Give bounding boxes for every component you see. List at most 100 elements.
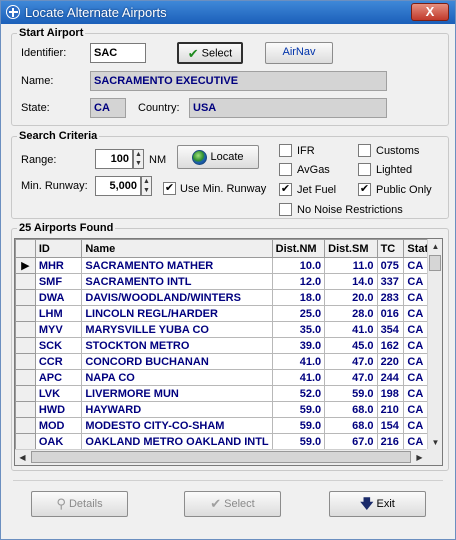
column-header-dist-sm[interactable]: Dist.SM	[324, 239, 378, 258]
public-only-checkbox[interactable]	[358, 183, 371, 196]
cell-dist-sm[interactable]: 59.0	[324, 385, 378, 402]
cell-dist-sm[interactable]: 20.0	[324, 289, 378, 306]
row-header[interactable]	[15, 385, 36, 402]
cell-id[interactable]: SCK	[34, 337, 83, 354]
min-runway-stepper[interactable]: ▲ ▼	[141, 176, 152, 196]
cell-name[interactable]: LINCOLN REGL/HARDER	[81, 305, 273, 322]
scroll-down-icon[interactable]: ▼	[428, 435, 442, 450]
avgas-checkbox[interactable]	[279, 163, 292, 176]
cell-dist-nm[interactable]: 35.0	[271, 321, 326, 338]
column-header-tc[interactable]: TC	[376, 239, 405, 258]
cell-id[interactable]: MHR	[34, 257, 83, 274]
column-header-dist-nm[interactable]: Dist.NM	[271, 239, 326, 258]
range-input[interactable]: 100	[95, 149, 133, 169]
details-button[interactable]: ⚲ Details	[31, 491, 128, 517]
lighted-checkbox[interactable]	[358, 163, 371, 176]
select-airport-button[interactable]: ✔ Select	[177, 42, 243, 64]
table-row[interactable]: SMF SACRAMENTO INTL 12.0 14.0 337 CA	[15, 273, 442, 290]
row-header[interactable]	[15, 273, 36, 290]
cell-dist-nm[interactable]: 59.0	[271, 401, 326, 418]
cell-dist-sm[interactable]: 67.0	[324, 433, 378, 450]
table-row[interactable]: MYV MARYSVILLE YUBA CO 35.0 41.0 354 CA	[15, 321, 442, 338]
exit-button[interactable]: 🡇 Exit	[329, 491, 426, 517]
cell-id[interactable]: LHM	[34, 305, 83, 322]
cell-name[interactable]: MARYSVILLE YUBA CO	[81, 321, 273, 338]
cell-dist-sm[interactable]: 68.0	[324, 401, 378, 418]
cell-dist-nm[interactable]: 41.0	[271, 369, 326, 386]
row-header[interactable]	[15, 305, 36, 322]
row-header[interactable]	[15, 401, 36, 418]
cell-name[interactable]: STOCKTON METRO	[81, 337, 273, 354]
chevron-up-icon[interactable]: ▲	[134, 150, 143, 159]
row-header[interactable]	[15, 433, 36, 450]
cell-tc[interactable]: 216	[376, 433, 405, 450]
cell-name[interactable]: SACRAMENTO INTL	[81, 273, 273, 290]
cell-dist-nm[interactable]: 41.0	[271, 353, 326, 370]
row-header[interactable]	[15, 353, 36, 370]
cell-id[interactable]: APC	[34, 369, 83, 386]
chevron-up-icon[interactable]: ▲	[142, 177, 151, 186]
chevron-down-icon[interactable]: ▼	[142, 186, 151, 195]
row-header[interactable]	[15, 321, 36, 338]
cell-name[interactable]: CONCORD BUCHANAN	[81, 353, 273, 370]
horizontal-scrollbar[interactable]: ◀ ▶	[15, 449, 427, 465]
cell-id[interactable]: HWD	[34, 401, 83, 418]
row-header[interactable]	[15, 337, 36, 354]
column-header-name[interactable]: Name	[81, 239, 273, 258]
cell-id[interactable]: LVK	[34, 385, 83, 402]
scroll-right-icon[interactable]: ▶	[412, 450, 427, 465]
table-row[interactable]: LHM LINCOLN REGL/HARDER 25.0 28.0 016 CA	[15, 305, 442, 322]
cell-tc[interactable]: 162	[376, 337, 405, 354]
min-runway-input[interactable]: 5,000	[95, 176, 141, 196]
cell-id[interactable]: MYV	[34, 321, 83, 338]
table-row[interactable]: ▶ MHR SACRAMENTO MATHER 10.0 11.0 075 CA	[15, 257, 442, 274]
airports-grid[interactable]: ID Name Dist.NM Dist.SM TC State ▶ MHR SAC…	[14, 238, 443, 466]
cell-dist-sm[interactable]: 11.0	[324, 257, 378, 274]
jet-fuel-checkbox[interactable]	[279, 183, 292, 196]
cell-name[interactable]: DAVIS/WOODLAND/WINTERS	[81, 289, 273, 306]
table-row[interactable]: LVK LIVERMORE MUN 52.0 59.0 198 CA	[15, 385, 442, 402]
cell-tc[interactable]: 210	[376, 401, 405, 418]
table-row[interactable]: CCR CONCORD BUCHANAN 41.0 47.0 220 CA	[15, 353, 442, 370]
cell-name[interactable]: NAPA CO	[81, 369, 273, 386]
table-row[interactable]: HWD HAYWARD 59.0 68.0 210 CA	[15, 401, 442, 418]
ifr-checkbox[interactable]	[279, 144, 292, 157]
cell-name[interactable]: LIVERMORE MUN	[81, 385, 273, 402]
cell-dist-sm[interactable]: 14.0	[324, 273, 378, 290]
cell-tc[interactable]: 283	[376, 289, 405, 306]
table-row[interactable]: SCK STOCKTON METRO 39.0 45.0 162 CA	[15, 337, 442, 354]
cell-id[interactable]: CCR	[34, 353, 83, 370]
cell-id[interactable]: SMF	[34, 273, 83, 290]
title-bar[interactable]: Locate Alternate Airports X	[1, 1, 455, 24]
horizontal-scroll-thumb[interactable]	[31, 451, 411, 463]
cell-dist-sm[interactable]: 68.0	[324, 417, 378, 434]
row-header[interactable]	[15, 289, 36, 306]
cell-tc[interactable]: 075	[376, 257, 405, 274]
range-stepper[interactable]: ▲ ▼	[133, 149, 144, 169]
airnav-button[interactable]: AirNav	[265, 42, 333, 64]
customs-checkbox[interactable]	[358, 144, 371, 157]
cell-dist-nm[interactable]: 52.0	[271, 385, 326, 402]
use-min-runway-checkbox[interactable]	[163, 182, 176, 195]
scroll-left-icon[interactable]: ◀	[15, 450, 30, 465]
select-result-button[interactable]: ✔ Select	[184, 491, 281, 517]
cell-tc[interactable]: 220	[376, 353, 405, 370]
cell-name[interactable]: SACRAMENTO MATHER	[81, 257, 273, 274]
row-header[interactable]	[15, 417, 36, 434]
cell-name[interactable]: OAKLAND METRO OAKLAND INTL	[81, 433, 273, 450]
table-row[interactable]: MOD MODESTO CITY-CO-SHAM 59.0 68.0 154 CA	[15, 417, 442, 434]
no-noise-restrictions-checkbox[interactable]	[279, 203, 292, 216]
table-row[interactable]: OAK OAKLAND METRO OAKLAND INTL 59.0 67.0 216…	[15, 433, 442, 450]
cell-dist-nm[interactable]: 25.0	[271, 305, 326, 322]
locate-button[interactable]: Locate	[177, 145, 259, 169]
column-header-id[interactable]: ID	[34, 239, 83, 258]
cell-dist-sm[interactable]: 47.0	[324, 353, 378, 370]
vertical-scroll-thumb[interactable]	[429, 255, 441, 271]
cell-dist-sm[interactable]: 47.0	[324, 369, 378, 386]
cell-name[interactable]: MODESTO CITY-CO-SHAM	[81, 417, 273, 434]
vertical-scrollbar[interactable]: ▲ ▼	[427, 239, 442, 450]
row-header[interactable]	[15, 369, 36, 386]
cell-tc[interactable]: 198	[376, 385, 405, 402]
cell-tc[interactable]: 154	[376, 417, 405, 434]
cell-dist-nm[interactable]: 18.0	[271, 289, 326, 306]
